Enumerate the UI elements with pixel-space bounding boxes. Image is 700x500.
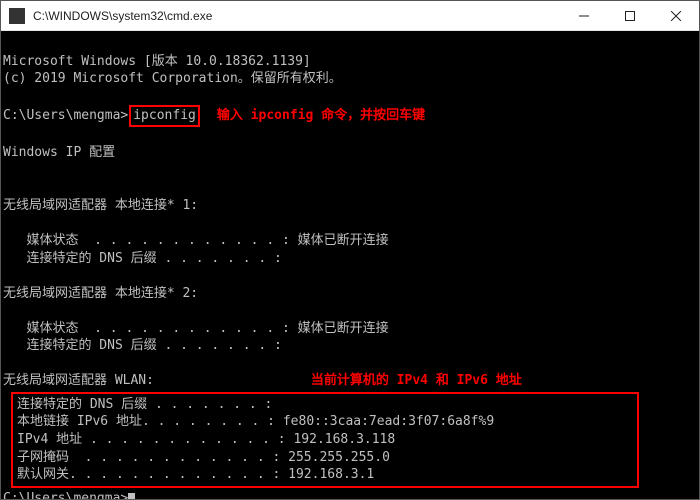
- adapter-row: 媒体状态 . . . . . . . . . . . . : 媒体已断开连接: [3, 233, 389, 248]
- cmd-window: C:\WINDOWS\system32\cmd.exe Microsoft Wi…: [0, 0, 700, 500]
- ip-config-header: Windows IP 配置: [3, 145, 115, 160]
- window-title: C:\WINDOWS\system32\cmd.exe: [33, 9, 561, 23]
- cursor-icon: [128, 493, 135, 499]
- command-text: ipconfig: [133, 108, 196, 123]
- wlan-row: 本地链接 IPv6 地址. . . . . . . . : fe80::3caa…: [17, 414, 494, 429]
- row-label: IPv4 地址 . . . . . . . . . . . . :: [17, 432, 286, 447]
- prompt-prefix: C:\Users\mengma>: [3, 108, 128, 123]
- adapter-row: 连接特定的 DNS 后缀 . . . . . . . :: [3, 338, 282, 353]
- row-label: 媒体状态 . . . . . . . . . . . . :: [26, 233, 289, 248]
- row-value: 媒体已断开连接: [290, 233, 389, 248]
- row-value: 媒体已断开连接: [290, 321, 389, 336]
- header-line1: Microsoft Windows [版本 10.0.18362.1139]: [3, 54, 311, 69]
- wlan-annotation: 当前计算机的 IPv4 和 IPv6 地址: [311, 373, 522, 388]
- adapter-title-0: 无线局域网适配器 本地连接* 1:: [3, 198, 198, 213]
- titlebar-buttons: [561, 1, 699, 30]
- row-label: 连接特定的 DNS 后缀 . . . . . . . :: [17, 397, 272, 412]
- terminal-area[interactable]: Microsoft Windows [版本 10.0.18362.1139] (…: [1, 31, 699, 499]
- maximize-button[interactable]: [607, 1, 653, 30]
- row-value: 255.255.255.0: [280, 450, 390, 465]
- row-label: 子网掩码 . . . . . . . . . . . . :: [17, 450, 280, 465]
- close-button[interactable]: [653, 1, 699, 30]
- prompt-line-2: C:\Users\mengma>: [3, 491, 135, 499]
- wlan-adapter-title: 无线局域网适配器 WLAN:: [3, 373, 154, 388]
- row-label: 本地链接 IPv6 地址. . . . . . . . :: [17, 414, 275, 429]
- adapter-row: 媒体状态 . . . . . . . . . . . . : 媒体已断开连接: [3, 321, 389, 336]
- wlan-info-highlight-box: 连接特定的 DNS 后缀 . . . . . . . : 本地链接 IPv6 地…: [11, 392, 639, 488]
- prompt-line-1: C:\Users\mengma> ipconfig 输入 ipconfig 命令，并…: [3, 108, 425, 123]
- prompt-prefix: C:\Users\mengma>: [3, 491, 128, 499]
- command-highlight-box: ipconfig: [129, 105, 200, 127]
- row-label: 连接特定的 DNS 后缀 . . . . . . . :: [26, 251, 281, 266]
- header-line2: (c) 2019 Microsoft Corporation。保留所有权利。: [3, 71, 342, 86]
- minimize-button[interactable]: [561, 1, 607, 30]
- row-value: 192.168.3.118: [286, 432, 396, 447]
- row-label: 默认网关. . . . . . . . . . . . . :: [17, 467, 280, 482]
- adapter-title-1: 无线局域网适配器 本地连接* 2:: [3, 286, 198, 301]
- adapter-row: 连接特定的 DNS 后缀 . . . . . . . :: [3, 251, 282, 266]
- wlan-row: IPv4 地址 . . . . . . . . . . . . : 192.16…: [17, 432, 395, 447]
- row-value: fe80::3caa:7ead:3f07:6a8f%9: [275, 414, 494, 429]
- row-label: 媒体状态 . . . . . . . . . . . . :: [26, 321, 289, 336]
- wlan-row: 连接特定的 DNS 后缀 . . . . . . . :: [17, 397, 272, 412]
- row-value: 192.168.3.1: [280, 467, 374, 482]
- command-annotation: 输入 ipconfig 命令，并按回车键: [217, 108, 425, 123]
- wlan-row: 默认网关. . . . . . . . . . . . . : 192.168.…: [17, 467, 633, 482]
- titlebar: C:\WINDOWS\system32\cmd.exe: [1, 1, 699, 31]
- row-label: 连接特定的 DNS 后缀 . . . . . . . :: [26, 338, 281, 353]
- wlan-row: 子网掩码 . . . . . . . . . . . . : 255.255.2…: [17, 450, 390, 465]
- cmd-icon: [9, 8, 25, 24]
- wlan-title-line: 无线局域网适配器 WLAN: 当前计算机的 IPv4 和 IPv6 地址: [3, 373, 522, 388]
